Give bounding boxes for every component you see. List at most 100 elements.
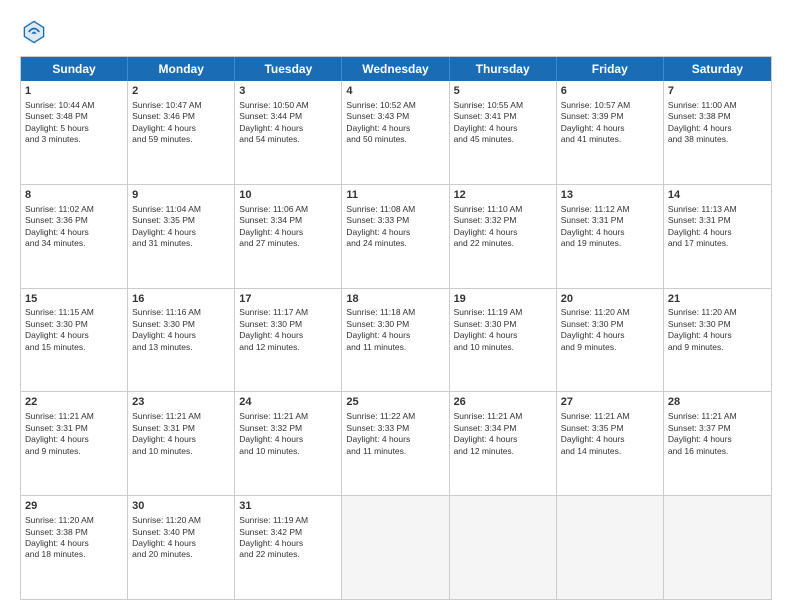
day-cell-21: 21Sunrise: 11:20 AMSunset: 3:30 PMDaylig… <box>664 289 771 392</box>
day-info-line: Daylight: 5 hours <box>25 123 123 134</box>
day-info-line: Sunrise: 11:18 AM <box>346 307 444 318</box>
day-info-line: Sunset: 3:35 PM <box>561 423 659 434</box>
day-info-line: Sunset: 3:48 PM <box>25 111 123 122</box>
day-number: 21 <box>668 292 767 307</box>
day-info-line: and 24 minutes. <box>346 238 444 249</box>
day-info-line: and 9 minutes. <box>668 342 767 353</box>
header-day-tuesday: Tuesday <box>235 57 342 81</box>
day-info-line: Sunset: 3:41 PM <box>454 111 552 122</box>
day-number: 2 <box>132 84 230 99</box>
day-cell-20: 20Sunrise: 11:20 AMSunset: 3:30 PMDaylig… <box>557 289 664 392</box>
day-number: 24 <box>239 395 337 410</box>
calendar-page: SundayMondayTuesdayWednesdayThursdayFrid… <box>0 0 792 612</box>
day-info-line: Sunrise: 11:22 AM <box>346 411 444 422</box>
header-day-friday: Friday <box>557 57 664 81</box>
day-info-line: Sunrise: 11:10 AM <box>454 204 552 215</box>
day-info-line: and 45 minutes. <box>454 134 552 145</box>
day-info-line: and 22 minutes. <box>239 549 337 560</box>
day-info-line: Daylight: 4 hours <box>668 227 767 238</box>
day-number: 11 <box>346 188 444 203</box>
calendar: SundayMondayTuesdayWednesdayThursdayFrid… <box>20 56 772 600</box>
day-info-line: and 20 minutes. <box>132 549 230 560</box>
day-cell-31: 31Sunrise: 11:19 AMSunset: 3:42 PMDaylig… <box>235 496 342 599</box>
day-number: 16 <box>132 292 230 307</box>
day-info-line: Daylight: 4 hours <box>561 330 659 341</box>
day-info-line: Daylight: 4 hours <box>454 123 552 134</box>
day-info-line: Daylight: 4 hours <box>346 434 444 445</box>
day-info-line: Sunrise: 10:52 AM <box>346 100 444 111</box>
day-info-line: Sunrise: 11:21 AM <box>239 411 337 422</box>
day-cell-15: 15Sunrise: 11:15 AMSunset: 3:30 PMDaylig… <box>21 289 128 392</box>
day-info-line: Daylight: 4 hours <box>561 123 659 134</box>
day-info-line: Daylight: 4 hours <box>668 330 767 341</box>
day-info-line: and 12 minutes. <box>239 342 337 353</box>
day-info-line: and 19 minutes. <box>561 238 659 249</box>
day-info-line: and 34 minutes. <box>25 238 123 249</box>
day-info-line: Sunset: 3:35 PM <box>132 215 230 226</box>
day-cell-7: 7Sunrise: 11:00 AMSunset: 3:38 PMDayligh… <box>664 81 771 184</box>
day-info-line: and 9 minutes. <box>25 446 123 457</box>
day-info-line: Sunrise: 11:08 AM <box>346 204 444 215</box>
day-info-line: Sunset: 3:32 PM <box>239 423 337 434</box>
day-info-line: Sunrise: 11:13 AM <box>668 204 767 215</box>
empty-cell <box>557 496 664 599</box>
day-info-line: and 16 minutes. <box>668 446 767 457</box>
day-info-line: Sunset: 3:42 PM <box>239 527 337 538</box>
day-info-line: and 17 minutes. <box>668 238 767 249</box>
day-info-line: Sunrise: 10:57 AM <box>561 100 659 111</box>
day-info-line: Sunrise: 11:21 AM <box>132 411 230 422</box>
day-number: 23 <box>132 395 230 410</box>
day-info-line: and 59 minutes. <box>132 134 230 145</box>
day-number: 20 <box>561 292 659 307</box>
day-info-line: and 38 minutes. <box>668 134 767 145</box>
day-info-line: Sunset: 3:30 PM <box>454 319 552 330</box>
day-info-line: Sunset: 3:31 PM <box>561 215 659 226</box>
day-info-line: Daylight: 4 hours <box>132 434 230 445</box>
day-cell-24: 24Sunrise: 11:21 AMSunset: 3:32 PMDaylig… <box>235 392 342 495</box>
day-info-line: Sunset: 3:33 PM <box>346 423 444 434</box>
day-info-line: Daylight: 4 hours <box>25 227 123 238</box>
logo <box>20 18 52 46</box>
day-cell-5: 5Sunrise: 10:55 AMSunset: 3:41 PMDayligh… <box>450 81 557 184</box>
day-info-line: Daylight: 4 hours <box>346 330 444 341</box>
day-info-line: and 10 minutes. <box>454 342 552 353</box>
day-info-line: Daylight: 4 hours <box>668 434 767 445</box>
day-info-line: Sunrise: 10:44 AM <box>25 100 123 111</box>
day-number: 10 <box>239 188 337 203</box>
day-info-line: Daylight: 4 hours <box>132 227 230 238</box>
empty-cell <box>342 496 449 599</box>
day-info-line: Sunrise: 11:20 AM <box>561 307 659 318</box>
calendar-week-2: 8Sunrise: 11:02 AMSunset: 3:36 PMDayligh… <box>21 184 771 288</box>
day-info-line: and 3 minutes. <box>25 134 123 145</box>
day-info-line: and 13 minutes. <box>132 342 230 353</box>
day-info-line: Daylight: 4 hours <box>239 538 337 549</box>
day-number: 19 <box>454 292 552 307</box>
day-info-line: Sunset: 3:44 PM <box>239 111 337 122</box>
day-info-line: Sunset: 3:30 PM <box>346 319 444 330</box>
day-info-line: and 18 minutes. <box>25 549 123 560</box>
day-info-line: Sunset: 3:34 PM <box>454 423 552 434</box>
calendar-week-1: 1Sunrise: 10:44 AMSunset: 3:48 PMDayligh… <box>21 81 771 184</box>
day-info-line: and 31 minutes. <box>132 238 230 249</box>
day-cell-14: 14Sunrise: 11:13 AMSunset: 3:31 PMDaylig… <box>664 185 771 288</box>
header-day-saturday: Saturday <box>664 57 771 81</box>
day-info-line: Sunrise: 11:00 AM <box>668 100 767 111</box>
day-number: 7 <box>668 84 767 99</box>
day-info-line: Sunrise: 11:21 AM <box>454 411 552 422</box>
day-number: 30 <box>132 499 230 514</box>
day-cell-13: 13Sunrise: 11:12 AMSunset: 3:31 PMDaylig… <box>557 185 664 288</box>
day-cell-18: 18Sunrise: 11:18 AMSunset: 3:30 PMDaylig… <box>342 289 449 392</box>
day-info-line: Sunset: 3:40 PM <box>132 527 230 538</box>
day-info-line: Daylight: 4 hours <box>668 123 767 134</box>
day-info-line: Daylight: 4 hours <box>454 330 552 341</box>
day-info-line: Sunrise: 11:21 AM <box>561 411 659 422</box>
day-cell-3: 3Sunrise: 10:50 AMSunset: 3:44 PMDayligh… <box>235 81 342 184</box>
day-number: 3 <box>239 84 337 99</box>
day-info-line: Daylight: 4 hours <box>132 330 230 341</box>
day-cell-27: 27Sunrise: 11:21 AMSunset: 3:35 PMDaylig… <box>557 392 664 495</box>
day-number: 31 <box>239 499 337 514</box>
day-cell-4: 4Sunrise: 10:52 AMSunset: 3:43 PMDayligh… <box>342 81 449 184</box>
day-info-line: Sunrise: 11:06 AM <box>239 204 337 215</box>
day-number: 1 <box>25 84 123 99</box>
day-info-line: Daylight: 4 hours <box>25 538 123 549</box>
